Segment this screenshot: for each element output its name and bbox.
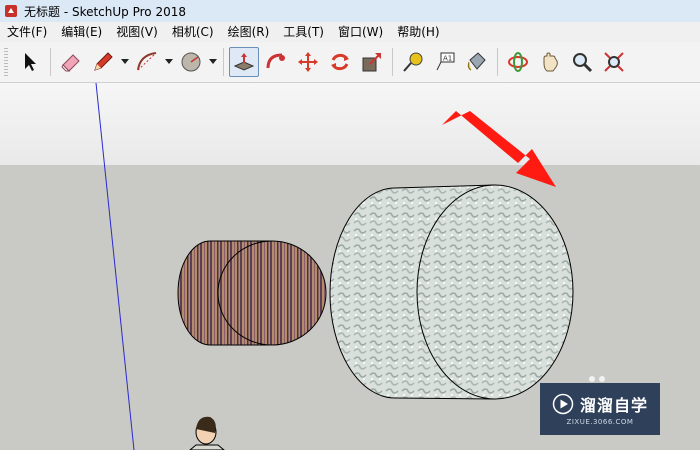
modeling-viewport[interactable]: 溜溜自学 ZIXUE.3066.COM [0, 83, 700, 450]
title-bar: 无标题 - SketchUp Pro 2018 [0, 0, 700, 22]
red-annotation-arrow [442, 111, 556, 187]
eraser-icon [61, 54, 80, 72]
svg-text:A1: A1 [443, 55, 452, 63]
follow-me-tool-button[interactable] [261, 47, 291, 77]
arc-icon [137, 52, 157, 71]
menu-camera[interactable]: 相机(C) [165, 22, 221, 42]
select-tool-button[interactable] [15, 47, 45, 77]
rotate-icon [331, 53, 349, 71]
move-tool-button[interactable] [293, 47, 323, 77]
orbit-icon [508, 52, 528, 72]
menu-edit[interactable]: 编辑(E) [54, 22, 109, 42]
follow-me-icon [266, 53, 285, 69]
triangle-down-icon [121, 59, 129, 64]
line-tool-dropdown[interactable] [119, 47, 131, 77]
blue-axis-line [95, 83, 135, 450]
paint-bucket-tool-button[interactable] [462, 47, 492, 77]
zoom-extents-tool-button[interactable] [599, 47, 629, 77]
circle-icon [181, 52, 201, 72]
push-pull-tool-button[interactable] [229, 47, 259, 77]
watermark-badge: 溜溜自学 ZIXUE.3066.COM [540, 383, 660, 435]
pencil-icon [94, 52, 113, 71]
scale-icon [362, 53, 381, 72]
move-arrows-icon [298, 52, 318, 72]
toolbar-grip[interactable] [4, 48, 8, 76]
menu-file[interactable]: 文件(F) [0, 22, 54, 42]
arc-tool-dropdown[interactable] [163, 47, 175, 77]
text-label-icon: A1 [436, 52, 455, 71]
zoom-extents-icon [604, 52, 624, 72]
zoom-tool-button[interactable] [567, 47, 597, 77]
arrow-cursor-icon [25, 53, 36, 71]
push-pull-icon [233, 53, 255, 71]
menu-bar: 文件(F) 编辑(E) 视图(V) 相机(C) 绘图(R) 工具(T) 窗口(W… [0, 22, 700, 42]
person-figure [189, 416, 225, 450]
window-title: 无标题 - SketchUp Pro 2018 [24, 4, 186, 19]
toolbar-separator [223, 48, 224, 76]
triangle-down-icon [209, 59, 217, 64]
menu-window[interactable]: 窗口(W) [331, 22, 390, 42]
tape-measure-tool-button[interactable] [398, 47, 428, 77]
menu-help[interactable]: 帮助(H) [390, 22, 446, 42]
rotate-tool-button[interactable] [325, 47, 355, 77]
triangle-down-icon [165, 59, 173, 64]
hand-icon [543, 52, 558, 72]
main-toolbar: A1 [0, 42, 700, 83]
circle-tool-dropdown[interactable] [207, 47, 219, 77]
circle-tool-button[interactable] [176, 47, 206, 77]
arc-tool-button[interactable] [132, 47, 162, 77]
menu-draw[interactable]: 绘图(R) [221, 22, 277, 42]
eraser-tool-button[interactable] [56, 47, 86, 77]
watermark-title: 溜溜自学 [579, 396, 648, 415]
pan-tool-button[interactable] [535, 47, 565, 77]
orbit-tool-button[interactable] [503, 47, 533, 77]
toolbar-separator [392, 48, 393, 76]
watermark-subtitle: ZIXUE.3066.COM [566, 418, 634, 426]
text-tool-button[interactable]: A1 [430, 47, 460, 77]
paint-bucket-icon [467, 52, 486, 71]
sketchup-logo-icon [5, 5, 17, 17]
menu-tools[interactable]: 工具(T) [276, 22, 331, 42]
toolbar-separator [50, 48, 51, 76]
striped-cylinder[interactable] [177, 240, 327, 346]
toolbar-separator [497, 48, 498, 76]
menu-view[interactable]: 视图(V) [109, 22, 165, 42]
line-tool-button[interactable] [88, 47, 118, 77]
scale-tool-button[interactable] [357, 47, 387, 77]
play-logo-icon [552, 393, 574, 415]
tape-measure-icon [403, 52, 423, 72]
textured-cylinder[interactable] [329, 184, 574, 400]
magnifier-icon [573, 53, 593, 73]
